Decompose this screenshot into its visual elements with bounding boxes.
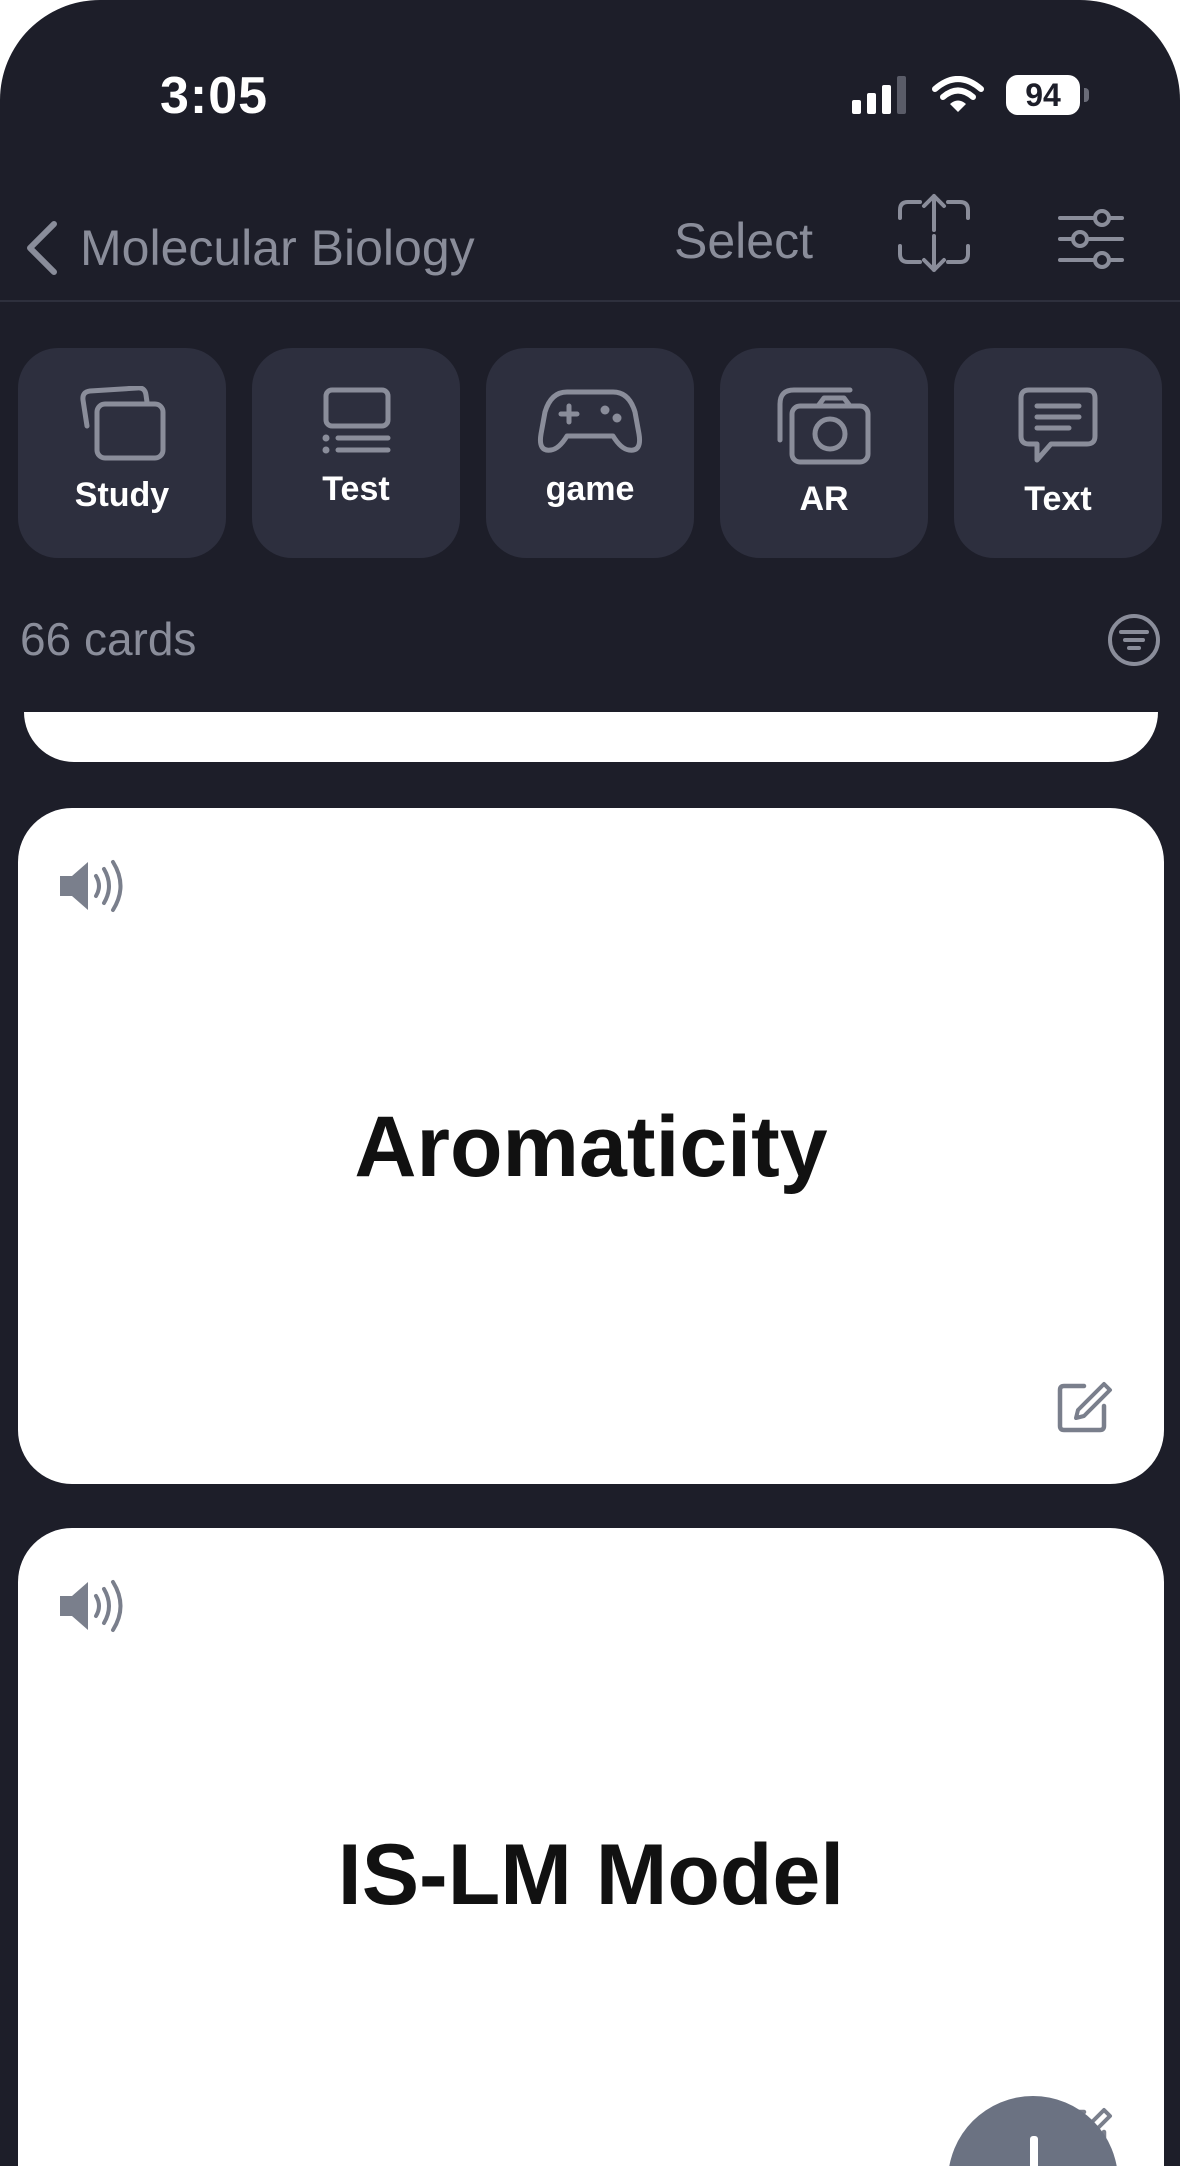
- mode-ar-button[interactable]: AR: [720, 348, 928, 558]
- speak-button[interactable]: [58, 858, 134, 919]
- camera-icon: [777, 387, 871, 465]
- mode-ar-label: AR: [799, 480, 849, 518]
- mode-text-button[interactable]: Text: [954, 348, 1162, 558]
- edit-card-button[interactable]: [1054, 1376, 1114, 1441]
- card-count: 66 cards: [20, 613, 197, 665]
- sliders-icon: [1058, 209, 1124, 269]
- navigation-bar: Molecular Biology Select: [0, 190, 1180, 302]
- mode-test-button[interactable]: Test: [252, 348, 460, 558]
- mode-study-label: Study: [74, 476, 170, 514]
- filter-icon: [1108, 614, 1160, 666]
- gamepad-icon: [538, 389, 642, 453]
- mode-test-label: Test: [322, 470, 390, 508]
- status-icons: 94: [852, 70, 1089, 120]
- mode-game-label: game: [545, 470, 635, 508]
- app-screen: 3:05 94 Molecular Biology Select Study T…: [0, 0, 1180, 2166]
- mode-game-button[interactable]: game: [486, 348, 694, 558]
- card-partial[interactable]: [24, 712, 1158, 762]
- filter-button[interactable]: [1106, 612, 1162, 673]
- status-time: 3:05: [160, 67, 269, 125]
- edit-icon: [1057, 1382, 1112, 1433]
- test-list-icon: [322, 387, 391, 454]
- cellular-signal-icon: [852, 76, 906, 114]
- settings-button[interactable]: [1056, 204, 1126, 279]
- chat-bubble-icon: [1018, 387, 1098, 463]
- wifi-icon: [932, 76, 984, 112]
- expand-vertical-icon: [898, 194, 970, 272]
- speaker-icon: [60, 1580, 123, 1632]
- mode-study-button[interactable]: Study: [18, 348, 226, 558]
- battery-indicator: 94: [1006, 75, 1089, 115]
- deck-title: Molecular Biology: [80, 220, 475, 276]
- expand-button[interactable]: [896, 190, 972, 281]
- status-bar: 3:05 94: [0, 0, 1180, 190]
- select-button[interactable]: Select: [674, 212, 813, 270]
- card-term: IS-LM Model: [337, 1827, 845, 1923]
- plus-icon: [1030, 2136, 1038, 2166]
- flashcard[interactable]: IS-LM Model: [18, 1528, 1164, 2166]
- flashcard[interactable]: Aromaticity: [18, 808, 1164, 1484]
- mode-text-label: Text: [1024, 480, 1092, 518]
- back-button[interactable]: Molecular Biology: [22, 208, 475, 288]
- battery-level: 94: [1025, 76, 1061, 113]
- chevron-left-icon: [27, 221, 57, 275]
- speaker-icon: [60, 860, 123, 912]
- card-term: Aromaticity: [354, 1099, 828, 1195]
- study-modes: Study Test game AR Text: [18, 348, 1164, 558]
- cards-icon: [80, 386, 166, 461]
- speak-button[interactable]: [58, 1578, 134, 1639]
